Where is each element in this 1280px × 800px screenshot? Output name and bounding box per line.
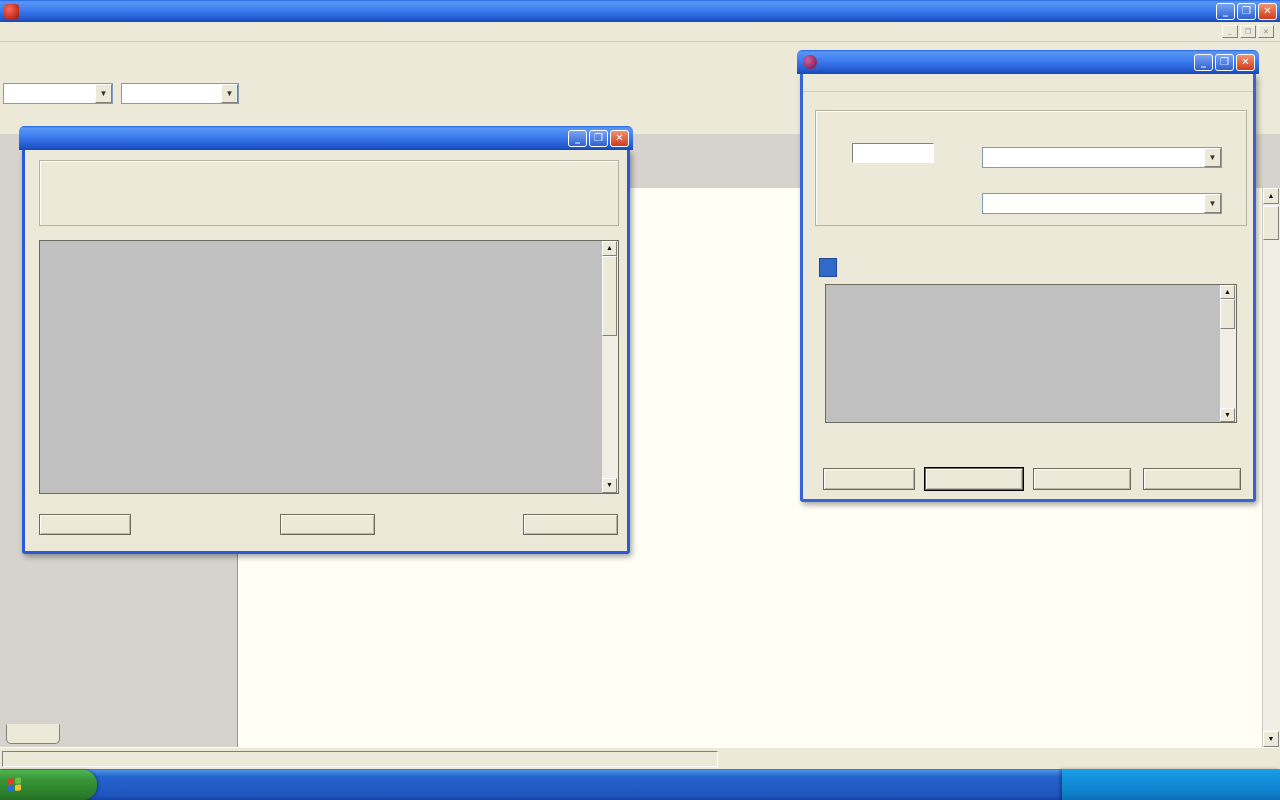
close-button[interactable]: ✕ [1258, 3, 1277, 20]
intelligent-parameter-tab[interactable] [819, 258, 837, 277]
utility-app-icon [803, 55, 817, 69]
melsoft-app-icon [4, 4, 19, 19]
auto-refresh-dialog: ▲ ▼ [22, 150, 630, 554]
program-mode-value [4, 84, 95, 103]
scroll-up-arrow[interactable]: ▲ [1263, 188, 1279, 204]
utility-minimize-button[interactable]: _ [1194, 54, 1213, 71]
dialog-close-button[interactable]: ✕ [610, 130, 629, 147]
utility-menu-bar [803, 74, 1253, 92]
vertical-scrollbar[interactable]: ▲ ▼ [1262, 188, 1280, 747]
exit-button[interactable] [1143, 468, 1241, 490]
select-target-group: ▼ ▼ [815, 110, 1247, 226]
status-bar [0, 747, 1280, 769]
utility-window: ▼ ▼ ▲ ▼ [800, 74, 1256, 502]
table-scroll-down[interactable]: ▼ [602, 478, 617, 493]
end-setup-button[interactable] [280, 514, 375, 535]
utility-maximize-button[interactable]: ❐ [1215, 54, 1234, 71]
parameter-module-table: ▲ ▼ [825, 284, 1237, 423]
menu-bar: _ ❐ ✕ [0, 22, 1280, 42]
utility-window-title-bar[interactable]: _ ❐ ✕ [797, 50, 1259, 74]
taskbar [0, 769, 1280, 800]
restore-button[interactable]: ❐ [1237, 3, 1256, 20]
start-button[interactable] [0, 770, 97, 800]
mdi-close-button[interactable]: ✕ [1258, 25, 1274, 38]
program-mode-combo[interactable]: ▼ [3, 83, 113, 104]
dialog-maximize-button[interactable]: ❐ [589, 130, 608, 147]
scroll-down-arrow[interactable]: ▼ [1263, 731, 1279, 747]
auto-refresh-table: ▲ ▼ [39, 240, 619, 494]
table-scrollbar[interactable]: ▲ ▼ [602, 241, 618, 493]
cancel-button[interactable] [523, 514, 618, 535]
module-type-dropdown[interactable]: ▼ [982, 147, 1222, 168]
initial-setting-button[interactable] [823, 468, 915, 490]
auto-refresh-button[interactable] [925, 468, 1023, 490]
chevron-down-icon[interactable]: ▼ [1204, 148, 1221, 167]
utility-scroll-down[interactable]: ▼ [1220, 408, 1235, 422]
system-tray [1062, 769, 1280, 800]
scroll-thumb[interactable] [1263, 206, 1279, 240]
desktop: _ ❐ ✕ _ ❐ ✕ ▼ ▼ ▲ [0, 0, 1280, 800]
utility-close-button[interactable]: ✕ [1236, 54, 1255, 71]
dialog-minimize-button[interactable]: _ [568, 130, 587, 147]
mdi-restore-button[interactable]: ❐ [1240, 25, 1256, 38]
model-name-value [983, 194, 1204, 213]
status-ready [2, 751, 718, 767]
auto-refresh-dialog-title-bar[interactable]: _ ❐ ✕ [19, 126, 633, 150]
windows-logo-icon [8, 777, 22, 792]
chevron-down-icon[interactable]: ▼ [221, 84, 238, 103]
table-scroll-thumb[interactable] [602, 256, 617, 336]
module-information-group [39, 160, 619, 226]
find-device-combo[interactable]: ▼ [121, 83, 239, 104]
minimize-button[interactable]: _ [1216, 3, 1235, 20]
chevron-down-icon[interactable]: ▼ [1204, 194, 1221, 213]
project-tab[interactable] [6, 724, 60, 744]
utility-scroll-thumb[interactable] [1220, 299, 1235, 329]
find-device-value [122, 84, 221, 103]
module-type-value [983, 148, 1204, 167]
make-text-file-button[interactable] [39, 514, 131, 535]
main-title-bar: _ ❐ ✕ [0, 0, 1280, 22]
table-scroll-up[interactable]: ▲ [602, 241, 617, 256]
delete-button[interactable] [1033, 468, 1131, 490]
start-io-input[interactable] [852, 143, 934, 163]
utility-table-scrollbar[interactable]: ▲ ▼ [1220, 285, 1236, 422]
chevron-down-icon[interactable]: ▼ [95, 84, 112, 103]
mdi-minimize-button[interactable]: _ [1222, 25, 1238, 38]
utility-scroll-up[interactable]: ▲ [1220, 285, 1235, 299]
model-name-dropdown[interactable]: ▼ [982, 193, 1222, 214]
